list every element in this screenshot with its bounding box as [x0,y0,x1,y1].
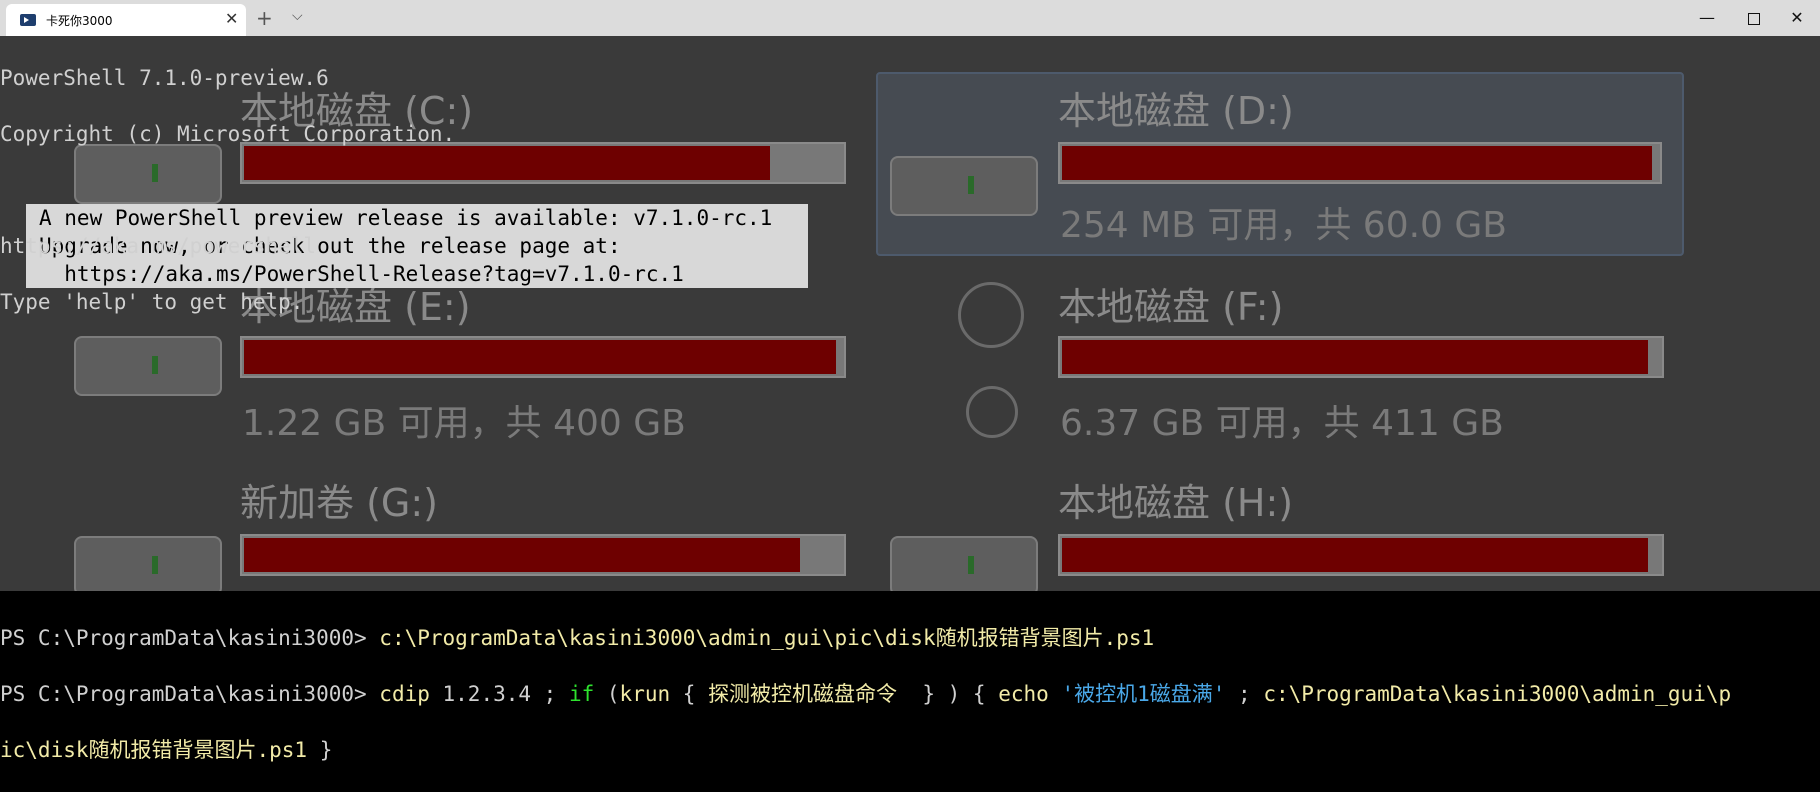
cmd-token: ( [594,682,620,706]
prompt: PS C:\ProgramData\kasini3000> [0,626,380,650]
cmd-token: } ) { [897,682,999,706]
cmd-token: 探测被控机磁盘命令 [708,682,898,706]
command-line-1: PS C:\ProgramData\kasini3000> c:\Program… [0,624,1731,652]
terminal-output[interactable]: PowerShell 7.1.0-preview.6 Copyright (c)… [0,36,1731,792]
cmd-token: echo [998,682,1049,706]
tab-close-icon[interactable]: ✕ [225,9,238,29]
new-tab-button[interactable]: + [256,7,273,29]
cmd-token: c:\ProgramData\kasini3000\admin_gui\p [1263,682,1732,706]
command-line-2: PS C:\ProgramData\kasini3000> cdip 1.2.3… [0,680,1731,708]
command-line-2-wrap: ic\disk随机报错背景图片.ps1 } [0,736,1731,764]
cmd-token: cdip [379,682,430,706]
powershell-link[interactable]: https://aka.ms/powershell [0,232,1731,260]
cmd-token: } [307,738,333,762]
cmd-token [1049,682,1062,706]
cmd-token: ic\disk随机报错背景图片.ps1 [0,738,308,762]
close-button[interactable]: ✕ [1774,0,1820,36]
tab-title: 卡死你3000 [46,14,113,28]
maximize-icon [1748,12,1760,25]
help-line: Type 'help' to get help. [0,290,304,314]
cmd-token: 1.2.3.4 ; [429,682,569,706]
cmd-token: ; [1225,682,1264,706]
prompt: PS C:\ProgramData\kasini3000> [0,682,380,706]
terminal-tab[interactable]: 卡死你3000 ✕ [6,4,246,36]
command: c:\ProgramData\kasini3000\admin_gui\pic\… [379,626,1155,650]
powershell-icon [20,14,36,26]
string-literal: '被控机1磁盘满' [1061,682,1226,706]
version-line: PowerShell 7.1.0-preview.6 [0,66,329,90]
keyword-if: if [568,682,595,706]
chevron-down-icon[interactable]: ⌵ [292,8,303,24]
cmd-token: krun [619,682,671,706]
copyright-line: Copyright (c) Microsoft Corporation. [0,122,456,146]
minimize-button[interactable]: — [1684,0,1730,36]
maximize-button[interactable] [1731,0,1777,36]
title-bar: 卡死你3000 ✕ + ⌵ — ✕ [0,0,1820,36]
cmd-token: { [670,682,709,706]
